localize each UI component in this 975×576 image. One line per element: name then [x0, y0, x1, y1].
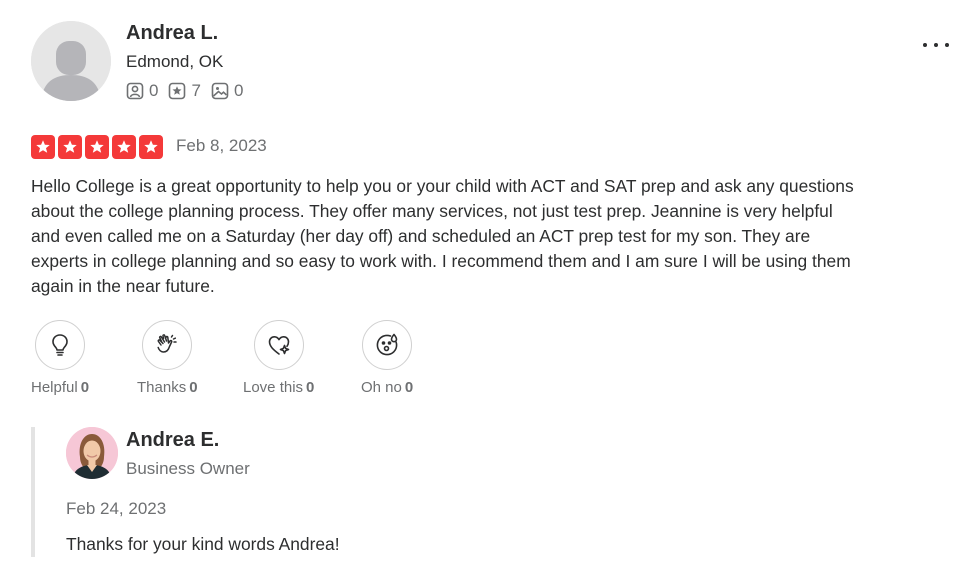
thanks-label: Thanks — [137, 379, 187, 396]
star-icon — [139, 135, 163, 159]
reaction-circle[interactable] — [362, 320, 413, 370]
owner-reply: Andrea E. Business Owner Feb 24, 2023 Th… — [31, 427, 635, 557]
star-icon — [112, 135, 136, 159]
reviewer-location: Edmond, OK — [126, 52, 224, 71]
reaction-circle[interactable] — [142, 320, 193, 370]
review-date: Feb 8, 2023 — [176, 136, 267, 155]
reaction-circle[interactable] — [253, 320, 304, 370]
owner-reply-text: Thanks for your kind words Andrea! — [66, 534, 340, 554]
reviews-stat: 7 — [168, 81, 201, 101]
reviews-count: 7 — [191, 81, 201, 100]
love-this-count: 0 — [306, 379, 315, 396]
clapping-hands-icon — [157, 334, 178, 353]
thanks-reaction-button[interactable]: Thanks 0 — [137, 320, 198, 396]
lightbulb-icon — [52, 334, 68, 356]
photo-icon — [211, 82, 229, 100]
owner-photo — [66, 427, 118, 479]
star-icon — [85, 135, 109, 159]
review-text: Hello College is a great opportunity to … — [31, 176, 854, 296]
oh-no-reaction-button[interactable]: Oh no 0 — [361, 320, 413, 396]
helpful-count: 0 — [80, 379, 90, 396]
reviewer-name[interactable]: Andrea L. — [126, 22, 218, 45]
owner-avatar[interactable] — [66, 427, 118, 479]
oh-no-label: Oh no — [361, 379, 402, 396]
more-dot-icon — [934, 43, 938, 47]
reviewer-avatar[interactable] — [31, 21, 111, 101]
love-this-reaction-button[interactable]: Love this 0 — [243, 320, 314, 396]
reaction-circle[interactable] — [35, 320, 86, 370]
helpful-label: Helpful — [31, 379, 78, 396]
thanks-count: 0 — [189, 379, 198, 396]
review-star-icon — [169, 82, 186, 100]
friends-icon — [126, 82, 144, 100]
star-icon — [31, 135, 55, 159]
photos-count: 0 — [233, 81, 244, 100]
photos-stat: 0 — [211, 81, 243, 101]
star-rating — [31, 135, 163, 159]
love-this-label: Love this — [243, 379, 304, 396]
friends-stat: 0 — [126, 81, 158, 101]
owner-name[interactable]: Andrea E. — [126, 429, 219, 452]
owner-reply-date: Feb 24, 2023 — [66, 499, 167, 518]
default-user-icon — [31, 21, 111, 101]
more-options-button[interactable] — [923, 34, 949, 56]
oh-no-count: 0 — [404, 379, 414, 396]
owner-role: Business Owner — [126, 459, 250, 478]
friends-count: 0 — [149, 81, 159, 100]
reaction-bar: Helpful 0 Thanks 0 Love this 0 Oh no 0 — [0, 320, 500, 400]
more-dot-icon — [945, 43, 949, 47]
reviewer-stats: 0 7 0 — [126, 81, 243, 101]
heart-sparkle-icon — [268, 336, 289, 355]
helpful-reaction-button[interactable]: Helpful 0 — [31, 320, 89, 396]
surprised-face-icon — [376, 333, 398, 356]
more-dot-icon — [923, 43, 927, 47]
star-icon — [58, 135, 82, 159]
